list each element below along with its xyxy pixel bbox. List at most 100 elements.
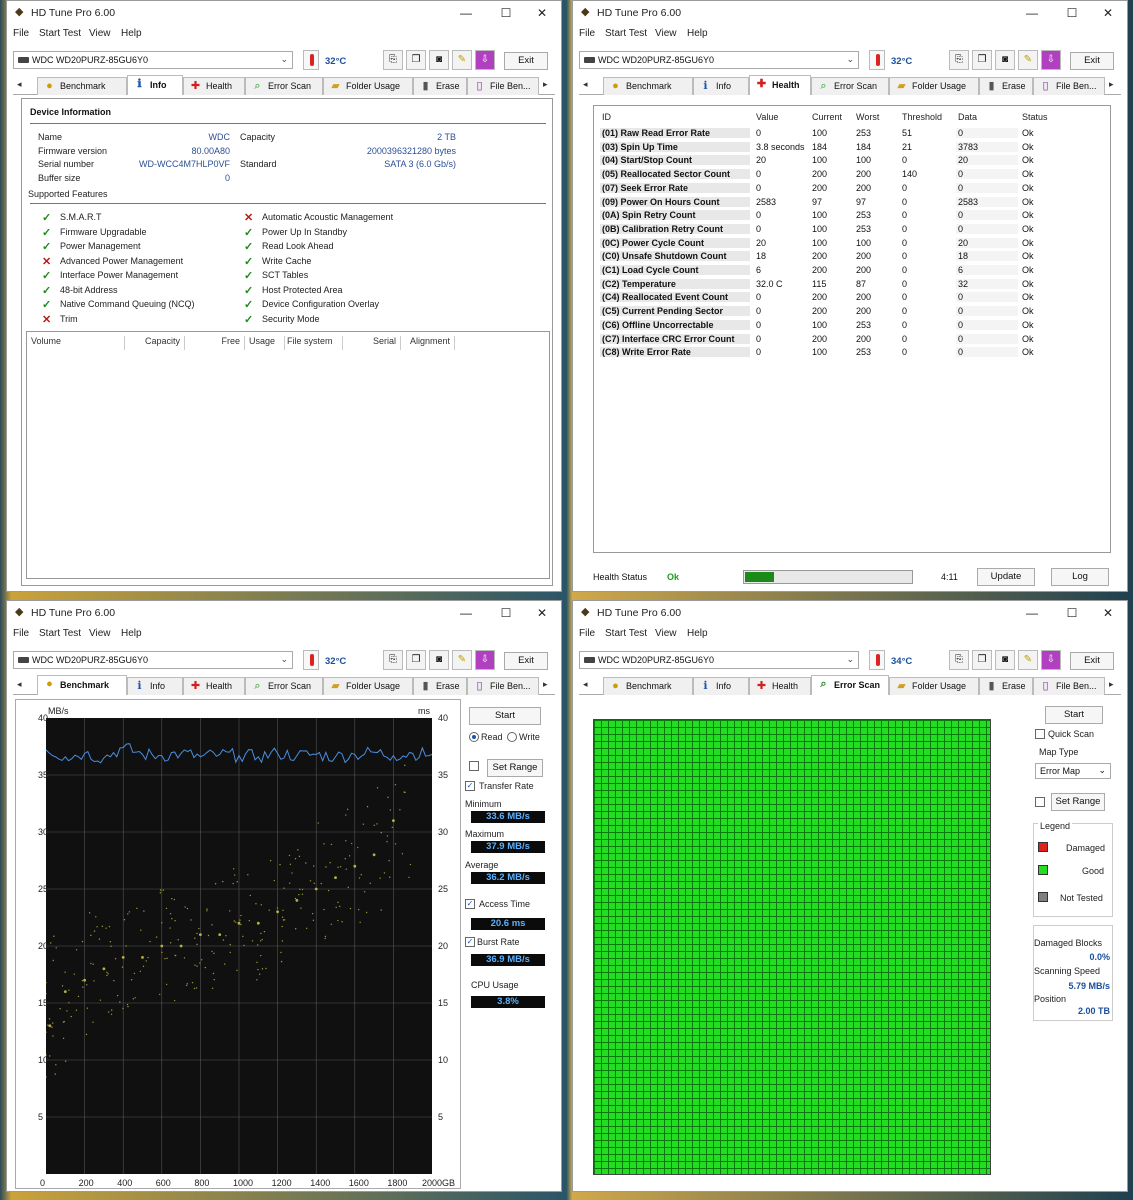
tab-erase[interactable]: ▮ Erase <box>979 77 1033 95</box>
table-row[interactable]: (04) Start/Stop Count 20 100 100 0 20 Ok <box>600 155 1120 169</box>
minimize-button[interactable]: — <box>1017 4 1047 22</box>
health-col-header[interactable]: Data <box>958 112 977 122</box>
transfer-rate-checkbox[interactable]: ✓ <box>465 781 475 791</box>
save-icon[interactable]: ⇩ <box>1041 650 1061 670</box>
tab-folder-usage[interactable]: ▰ Folder Usage <box>323 77 413 95</box>
tab-scroll-left-icon[interactable]: ◂ <box>583 679 588 690</box>
tab-erase[interactable]: ▮ Erase <box>413 77 467 95</box>
close-button[interactable]: ✕ <box>1093 4 1123 22</box>
health-col-header[interactable]: ID <box>602 112 611 122</box>
tab-file-benchmark[interactable]: ▯ File Ben... <box>467 77 539 95</box>
menu-file[interactable]: File <box>579 28 595 39</box>
drive-select[interactable]: WDC WD20PURZ-85GU6Y0 ⌄ <box>13 51 293 69</box>
save-icon[interactable]: ⇩ <box>475 650 495 670</box>
copy-all-icon[interactable]: ❐ <box>972 650 992 670</box>
minimize-button[interactable]: — <box>451 4 481 22</box>
menu-start-test[interactable]: Start Test <box>605 28 647 39</box>
write-radio[interactable] <box>507 732 517 742</box>
menu-help[interactable]: Help <box>687 28 708 39</box>
set-range-button[interactable]: Set Range <box>487 759 543 777</box>
table-row[interactable]: (07) Seek Error Rate 0 200 200 0 0 Ok <box>600 182 1120 197</box>
copy-info-icon[interactable]: ⎘ <box>383 650 403 670</box>
table-row[interactable]: (C7) Interface CRC Error Count 0 200 200 0 0 O… <box>600 333 1120 348</box>
tab-health[interactable]: ✚ Health <box>183 677 245 695</box>
menu-file[interactable]: File <box>13 628 29 639</box>
menu-file[interactable]: File <box>13 28 29 39</box>
health-col-header[interactable]: Worst <box>856 112 879 122</box>
col-alignment[interactable]: Alignment <box>403 336 455 350</box>
save-icon[interactable]: ⇩ <box>1041 50 1061 70</box>
menu-help[interactable]: Help <box>121 28 142 39</box>
tab-scroll-right-icon[interactable]: ▸ <box>1109 79 1114 90</box>
options-icon[interactable]: ✎ <box>1018 50 1038 70</box>
health-col-header[interactable]: Status <box>1022 112 1048 122</box>
tab-info[interactable]: ℹ Info <box>127 677 183 695</box>
tab-scroll-left-icon[interactable]: ◂ <box>17 679 22 690</box>
tab-folder-usage[interactable]: ▰ Folder Usage <box>323 677 413 695</box>
copy-info-icon[interactable]: ⎘ <box>949 650 969 670</box>
health-col-header[interactable]: Current <box>812 112 842 122</box>
screenshot-icon[interactable]: ◙ <box>995 650 1015 670</box>
table-row[interactable]: (0B) Calibration Retry Count 0 100 253 0 0 Ok <box>600 223 1120 238</box>
table-row[interactable]: (C2) Temperature 32.0 C 115 87 0 32 Ok <box>600 278 1120 293</box>
screenshot-icon[interactable]: ◙ <box>429 50 449 70</box>
col-usage[interactable]: Usage <box>249 336 285 350</box>
table-row[interactable]: (03) Spin Up Time 3.8 seconds 184 184 21 3783… <box>600 141 1120 156</box>
tab-folder-usage[interactable]: ▰ Folder Usage <box>889 677 979 695</box>
tab-scroll-left-icon[interactable]: ◂ <box>583 79 588 90</box>
table-row[interactable]: (01) Raw Read Error Rate 0 100 253 51 0 Ok <box>600 128 1120 142</box>
tab-scroll-right-icon[interactable]: ▸ <box>543 79 548 90</box>
tab-file-benchmark[interactable]: ▯ File Ben... <box>467 677 539 695</box>
maximize-button[interactable]: ☐ <box>1057 4 1087 22</box>
tab-file-benchmark[interactable]: ▯ File Ben... <box>1033 677 1105 695</box>
table-row[interactable]: (0A) Spin Retry Count 0 100 253 0 0 Ok <box>600 210 1120 224</box>
col-serial[interactable]: Serial <box>345 336 401 350</box>
menu-view[interactable]: View <box>655 628 677 639</box>
start-button[interactable]: Start <box>469 707 541 725</box>
read-radio[interactable] <box>469 732 479 742</box>
close-button[interactable]: ✕ <box>527 4 557 22</box>
screenshot-icon[interactable]: ◙ <box>429 650 449 670</box>
drive-select[interactable]: WDC WD20PURZ-85GU6Y0 ⌄ <box>579 651 859 669</box>
set-range-button[interactable]: Set Range <box>1051 793 1105 811</box>
tab-scroll-right-icon[interactable]: ▸ <box>1109 679 1114 690</box>
quick-scan-checkbox[interactable] <box>1035 729 1045 739</box>
tab-error-scan[interactable]: ⌕ Error Scan <box>811 675 889 695</box>
col-free[interactable]: Free <box>187 336 245 350</box>
map-type-select[interactable]: Error Map ⌄ <box>1035 763 1111 779</box>
table-row[interactable]: (C6) Offline Uncorrectable 0 100 253 0 0 Ok <box>600 319 1120 334</box>
tab-benchmark[interactable]: ● Benchmark <box>603 77 693 95</box>
exit-button[interactable]: Exit <box>504 652 548 670</box>
table-row[interactable]: (C4) Reallocated Event Count 0 200 200 0 0 Ok <box>600 292 1120 306</box>
save-icon[interactable]: ⇩ <box>475 50 495 70</box>
tab-file-benchmark[interactable]: ▯ File Ben... <box>1033 77 1105 95</box>
table-row[interactable]: (09) Power On Hours Count 2583 97 97 0 2583 Ok <box>600 196 1120 211</box>
tab-info[interactable]: ℹ Info <box>693 677 749 695</box>
tab-erase[interactable]: ▮ Erase <box>979 677 1033 695</box>
copy-all-icon[interactable]: ❐ <box>406 50 426 70</box>
burst-rate-checkbox[interactable]: ✓ <box>465 937 475 947</box>
tab-health[interactable]: ✚ Health <box>749 75 811 95</box>
exit-button[interactable]: Exit <box>504 52 548 70</box>
tab-error-scan[interactable]: ⌕ Error Scan <box>811 77 889 95</box>
exit-button[interactable]: Exit <box>1070 52 1114 70</box>
maximize-button[interactable]: ☐ <box>491 4 521 22</box>
menu-view[interactable]: View <box>89 28 111 39</box>
table-row[interactable]: (C0) Unsafe Shutdown Count 18 200 200 0 18 Ok <box>600 251 1120 265</box>
tab-health[interactable]: ✚ Health <box>749 677 811 695</box>
menu-file[interactable]: File <box>579 628 595 639</box>
tab-folder-usage[interactable]: ▰ Folder Usage <box>889 77 979 95</box>
access-time-checkbox[interactable]: ✓ <box>465 899 475 909</box>
options-icon[interactable]: ✎ <box>452 50 472 70</box>
col-volume[interactable]: Volume <box>31 336 125 350</box>
tab-info[interactable]: ℹ Info <box>693 77 749 95</box>
drive-select[interactable]: WDC WD20PURZ-85GU6Y0 ⌄ <box>579 51 859 69</box>
table-row[interactable]: (C8) Write Error Rate 0 100 253 0 0 Ok <box>600 347 1120 361</box>
table-row[interactable]: (0C) Power Cycle Count 20 100 100 0 20 Ok <box>600 237 1120 252</box>
tab-error-scan[interactable]: ⌕ Error Scan <box>245 677 323 695</box>
menu-start-test[interactable]: Start Test <box>39 628 81 639</box>
minimize-button[interactable]: — <box>1017 604 1047 622</box>
options-icon[interactable]: ✎ <box>1018 650 1038 670</box>
log-button[interactable]: Log <box>1051 568 1109 586</box>
health-col-header[interactable]: Value <box>756 112 778 122</box>
